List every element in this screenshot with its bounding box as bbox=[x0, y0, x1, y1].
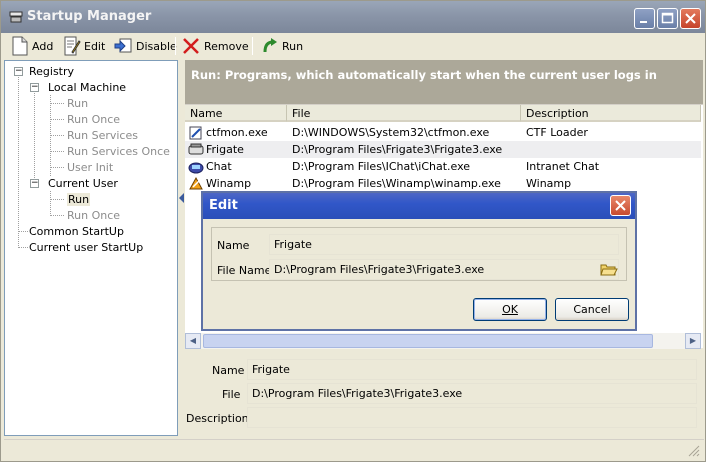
list-row[interactable]: ctfmon.exe D:\WINDOWS\System32\ctfmon.ex… bbox=[185, 124, 701, 141]
ctfmon-icon bbox=[189, 126, 202, 140]
tree-node-cu-run-once[interactable]: Run Once bbox=[67, 208, 120, 223]
minimize-icon bbox=[640, 21, 647, 23]
resize-grip-icon bbox=[688, 445, 700, 457]
new-document-icon bbox=[12, 36, 28, 56]
ok-button[interactable]: OK bbox=[473, 298, 547, 321]
tree-node-lm-run-services[interactable]: Run Services bbox=[67, 128, 138, 143]
edit-button[interactable]: Edit bbox=[61, 35, 107, 57]
row-file: D:\Program Files\IChat\iChat.exe bbox=[292, 160, 471, 173]
close-icon bbox=[685, 13, 696, 24]
disable-icon bbox=[114, 38, 132, 53]
tree-node-lm-run[interactable]: Run bbox=[67, 96, 88, 111]
edit-dialog: Edit Name Frigate File Name D:\Program F… bbox=[201, 191, 637, 331]
cancel-button[interactable]: Cancel bbox=[555, 298, 629, 321]
column-header-file[interactable]: File bbox=[287, 105, 521, 122]
list-row[interactable]: Winamp D:\Program Files\Winamp\winamp.ex… bbox=[185, 175, 701, 192]
run-arrow-icon bbox=[263, 38, 277, 53]
row-name: Chat bbox=[206, 160, 232, 173]
add-button[interactable]: Add bbox=[9, 35, 55, 57]
maximize-button[interactable] bbox=[657, 8, 678, 29]
scrollbar-thumb[interactable] bbox=[203, 334, 653, 348]
tree-node-lm-run-once[interactable]: Run Once bbox=[67, 112, 120, 127]
app-icon bbox=[9, 11, 23, 23]
row-description: Winamp bbox=[526, 177, 572, 190]
details-description-label: Description bbox=[186, 412, 249, 425]
chat-icon bbox=[188, 162, 204, 174]
run-label: Run bbox=[282, 39, 304, 53]
tree-node-cu-run[interactable]: Run bbox=[67, 192, 91, 207]
details-description-field[interactable] bbox=[247, 407, 697, 428]
dialog-name-input[interactable]: Frigate bbox=[269, 234, 619, 255]
collapse-icon[interactable]: − bbox=[30, 179, 39, 188]
browse-button[interactable] bbox=[599, 260, 618, 279]
list-row[interactable]: Chat D:\Program Files\IChat\iChat.exe In… bbox=[185, 158, 701, 175]
details-name-field[interactable]: Frigate bbox=[247, 359, 697, 380]
frigate-icon bbox=[188, 143, 204, 155]
details-file-label: File bbox=[222, 388, 241, 401]
dialog-file-name-input[interactable]: D:\Program Files\Frigate3\Frigate3.exe bbox=[269, 259, 619, 280]
details-name-label: Name bbox=[212, 364, 245, 377]
row-file: D:\WINDOWS\System32\ctfmon.exe bbox=[292, 126, 490, 139]
tree-node-current-user[interactable]: Current User bbox=[48, 176, 118, 191]
section-header: Run: Programs, which automatically start… bbox=[185, 60, 703, 104]
winamp-icon bbox=[189, 176, 203, 190]
list-row[interactable]: Frigate D:\Program Files\Frigate3\Frigat… bbox=[185, 141, 701, 158]
row-name: Frigate bbox=[206, 143, 244, 156]
remove-button[interactable]: Remove bbox=[179, 35, 251, 57]
remove-x-icon bbox=[183, 38, 199, 54]
disable-label: Disable bbox=[136, 39, 177, 53]
app-window: Startup Manager Add Edit Disable Remove bbox=[0, 0, 706, 462]
tree-node-common-startup[interactable]: Common StartUp bbox=[29, 224, 124, 239]
edit-label: Edit bbox=[84, 39, 106, 53]
maximize-icon bbox=[661, 12, 674, 24]
status-bar bbox=[4, 439, 704, 459]
column-header-name[interactable]: Name bbox=[185, 105, 287, 122]
scroll-left-button[interactable]: ◀ bbox=[185, 333, 201, 349]
add-label: Add bbox=[32, 39, 54, 53]
registry-tree[interactable]: − Registry − Local Machine Run Run Once … bbox=[4, 60, 178, 436]
dialog-title: Edit bbox=[209, 198, 238, 213]
row-file: D:\Program Files\Frigate3\Frigate3.exe bbox=[292, 143, 503, 156]
minimize-button[interactable] bbox=[634, 8, 655, 29]
row-description: CTF Loader bbox=[526, 126, 588, 139]
section-header-text: Run: Programs, which automatically start… bbox=[191, 68, 657, 82]
row-file: D:\Program Files\Winamp\winamp.exe bbox=[292, 177, 501, 190]
tree-node-local-machine[interactable]: Local Machine bbox=[48, 80, 126, 95]
run-button[interactable]: Run bbox=[259, 35, 305, 57]
window-title: Startup Manager bbox=[27, 9, 152, 24]
row-name: Winamp bbox=[206, 177, 252, 190]
close-icon bbox=[615, 200, 626, 211]
remove-label: Remove bbox=[204, 39, 249, 53]
row-description: Intranet Chat bbox=[526, 160, 600, 173]
tree-node-current-user-startup[interactable]: Current user StartUp bbox=[29, 240, 143, 255]
dialog-name-label: Name bbox=[217, 239, 250, 252]
tree-node-lm-user-init[interactable]: User Init bbox=[67, 160, 113, 175]
horizontal-scrollbar[interactable]: ◀ ▶ bbox=[185, 333, 701, 349]
disable-button[interactable]: Disable bbox=[111, 35, 179, 57]
collapse-icon[interactable]: − bbox=[14, 67, 23, 76]
dialog-title-bar[interactable]: Edit bbox=[203, 193, 635, 219]
tree-node-registry[interactable]: Registry bbox=[29, 64, 74, 79]
title-bar[interactable]: Startup Manager bbox=[1, 1, 705, 33]
tree-node-lm-run-services-once[interactable]: Run Services Once bbox=[67, 144, 170, 159]
edit-document-icon bbox=[64, 36, 81, 56]
row-name: ctfmon.exe bbox=[206, 126, 268, 139]
scroll-right-button[interactable]: ▶ bbox=[685, 333, 701, 349]
close-button[interactable] bbox=[680, 8, 701, 29]
folder-open-icon bbox=[600, 264, 618, 276]
column-header-description[interactable]: Description bbox=[521, 105, 701, 122]
collapse-icon[interactable]: − bbox=[30, 83, 39, 92]
dialog-file-name-label: File Name bbox=[217, 264, 272, 277]
toolbar: Add Edit Disable Remove Run bbox=[1, 33, 705, 59]
details-file-field[interactable]: D:\Program Files\Frigate3\Frigate3.exe bbox=[247, 383, 697, 404]
dialog-close-button[interactable] bbox=[610, 195, 631, 216]
